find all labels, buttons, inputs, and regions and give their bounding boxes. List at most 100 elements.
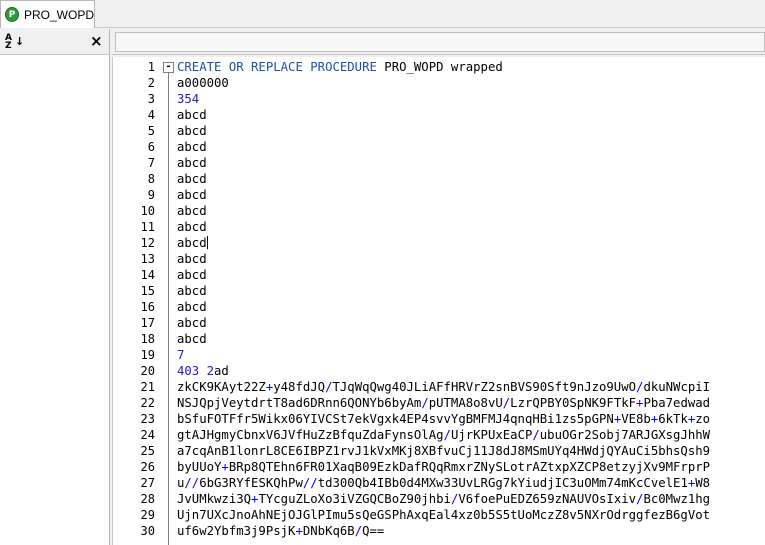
- line-text: abcd: [177, 187, 207, 203]
- line-number: 25: [140, 444, 155, 458]
- line-text: abcd: [177, 203, 207, 219]
- number-token: 354: [177, 92, 200, 106]
- text-token: abcd: [177, 300, 207, 314]
- operator-token: /: [532, 428, 540, 442]
- text-token: VE8b: [621, 412, 651, 426]
- text-token: Ujn7UXcJnoAhNEjOJGlPImu5sQeGSPhAxqEal4xz…: [177, 508, 711, 522]
- line-number: 12: [140, 236, 155, 250]
- line-number: 29: [140, 508, 155, 522]
- line-text: 7: [177, 347, 184, 363]
- line-text: abcd: [177, 299, 207, 315]
- keyword-token: CREATE OR REPLACE PROCEDURE: [177, 60, 377, 74]
- text-token: Bc0Mwz1hg: [643, 492, 711, 506]
- line-text: abcd: [177, 283, 207, 299]
- line-text: abcd: [177, 155, 207, 171]
- text-token: uf6w2Ybfm3j9PsjK: [177, 524, 296, 538]
- line-number: 2: [147, 76, 155, 90]
- text-token: DNbKq6B: [302, 524, 355, 538]
- line-number: 13: [140, 252, 155, 266]
- text-token: abcd: [177, 236, 207, 250]
- line-text: abcd: [177, 139, 207, 155]
- line-number: 15: [140, 284, 155, 298]
- text-token: y48fdJQ: [273, 380, 326, 394]
- text-token: UjrKPUxEaCP: [450, 428, 533, 442]
- text-token: Pba7edwad: [643, 396, 711, 410]
- text-token: abcd: [177, 156, 207, 170]
- line-text: bSfuFOTFfr5Wikx06YIVCSt7ekVgxk4EP4svvYgB…: [177, 411, 710, 427]
- line-number: 28: [140, 492, 155, 506]
- line-text: u//6bG3RYfESKQhPw//td300Qb4IBb0d4MXw33Uv…: [177, 475, 710, 491]
- line-number: 3: [147, 92, 155, 106]
- tab-label: PRO_WOPD: [23, 7, 94, 22]
- operator-token: //: [302, 476, 318, 490]
- line-text: abcd: [177, 123, 207, 139]
- line-text: abcd: [177, 315, 207, 331]
- operator-token: /: [443, 428, 451, 442]
- text-token: W8: [695, 476, 711, 490]
- text-token: abcd: [177, 220, 207, 234]
- tab-pro-wopd[interactable]: P PRO_WOPD: [0, 0, 95, 28]
- line-number: 30: [140, 524, 155, 538]
- text-token: abcd: [177, 108, 207, 122]
- line-number: 22: [140, 396, 155, 410]
- line-number: 4: [147, 108, 155, 122]
- line-number: 8: [147, 172, 155, 186]
- text-token: NSJQpjVeytdrtT8ad6DRnn6QONYb6byAm: [177, 396, 422, 410]
- line-number: 20: [140, 364, 155, 378]
- operator-token: +: [221, 460, 229, 474]
- number-token: 7: [177, 348, 185, 362]
- line-text: uf6w2Ybfm3j9PsjK+DNbKq6B/Q==: [177, 523, 384, 539]
- operator-token: /: [421, 396, 429, 410]
- text-token: abcd: [177, 332, 207, 346]
- code-editor[interactable]: - 1 CREATE OR REPLACE PROCEDURE PRO_WOPD …: [112, 57, 765, 545]
- line-number: 23: [140, 412, 155, 426]
- line-number: 9: [147, 188, 155, 202]
- text-token: bSfuFOTFfr5Wikx06YIVCSt7ekVgxk4EP4svvYgB…: [177, 412, 614, 426]
- line-text: abcd: [177, 331, 207, 347]
- line-text: abcd: [177, 219, 207, 235]
- sort-az-icon[interactable]: A Z ↓: [5, 34, 24, 51]
- line-number: 10: [140, 204, 155, 218]
- text-token: abcd: [177, 268, 207, 282]
- line-text: a000000: [177, 75, 229, 91]
- text-token: abcd: [177, 140, 207, 154]
- text-token: Q==: [362, 524, 385, 538]
- text-token: abcd: [177, 204, 207, 218]
- line-number: 1: [147, 60, 155, 74]
- text-token: a000000: [177, 76, 229, 90]
- text-token: abcd: [177, 172, 207, 186]
- text-token: abcd: [177, 188, 207, 202]
- line-text: CREATE OR REPLACE PROCEDURE PRO_WOPD wra…: [177, 59, 503, 75]
- editor-toolbar: [112, 29, 765, 55]
- text-token: abcd: [177, 252, 207, 266]
- line-number: 26: [140, 460, 155, 474]
- operator-token: //: [184, 476, 200, 490]
- operator-token: /: [354, 524, 363, 538]
- text-token: td300Qb4IBb0d4MXw33UvLRGg7kYiudjIC3uOMm7…: [317, 476, 688, 490]
- fold-guide-line: [168, 73, 169, 545]
- line-text: 354: [177, 91, 199, 107]
- line-text: JvUMkwzi3Q+TYcguZLoXo3iVZGQCBoZ90jhbi/V6…: [177, 491, 710, 507]
- text-token: 6kTk: [658, 412, 688, 426]
- fold-toggle-icon[interactable]: -: [163, 62, 174, 73]
- text-token: ubuOGr2Sobj7ARJGXsgJhhW: [539, 428, 711, 442]
- line-text: abcd: [177, 251, 207, 267]
- text-token: 6bG3RYfESKQhPw: [199, 476, 303, 490]
- left-panel-toolbar: A Z ↓ ×: [0, 29, 109, 55]
- editor-toolbar-field[interactable]: [115, 32, 765, 52]
- editor-tab-strip: P PRO_WOPD: [0, 0, 765, 28]
- line-number: 19: [140, 348, 155, 362]
- line-text: abcd: [177, 171, 207, 187]
- line-text: zkCK9KAyt22Z+y48fdJQ/TJqWqQwg40JLiAFfHRV…: [177, 379, 710, 395]
- line-text: Ujn7UXcJnoAhNEjOJGlPImu5sQeGSPhAxqEal4xz…: [177, 507, 710, 523]
- line-number: 5: [147, 124, 155, 138]
- line-number: 21: [140, 380, 155, 394]
- procedure-icon: P: [5, 7, 19, 22]
- line-text: abcd: [177, 107, 207, 123]
- text-token: pUTMA8o8vU: [428, 396, 503, 410]
- text-token: dkuNWcpiI: [643, 380, 711, 394]
- close-icon[interactable]: ×: [90, 33, 103, 49]
- text-token: LzrQPBY0SpNK9FTkF: [510, 396, 637, 410]
- line-text: byUUoY+BRp8QTEhn6FR01XaqB09EzkDafRQqRmxr…: [177, 459, 710, 475]
- line-number: 14: [140, 268, 155, 282]
